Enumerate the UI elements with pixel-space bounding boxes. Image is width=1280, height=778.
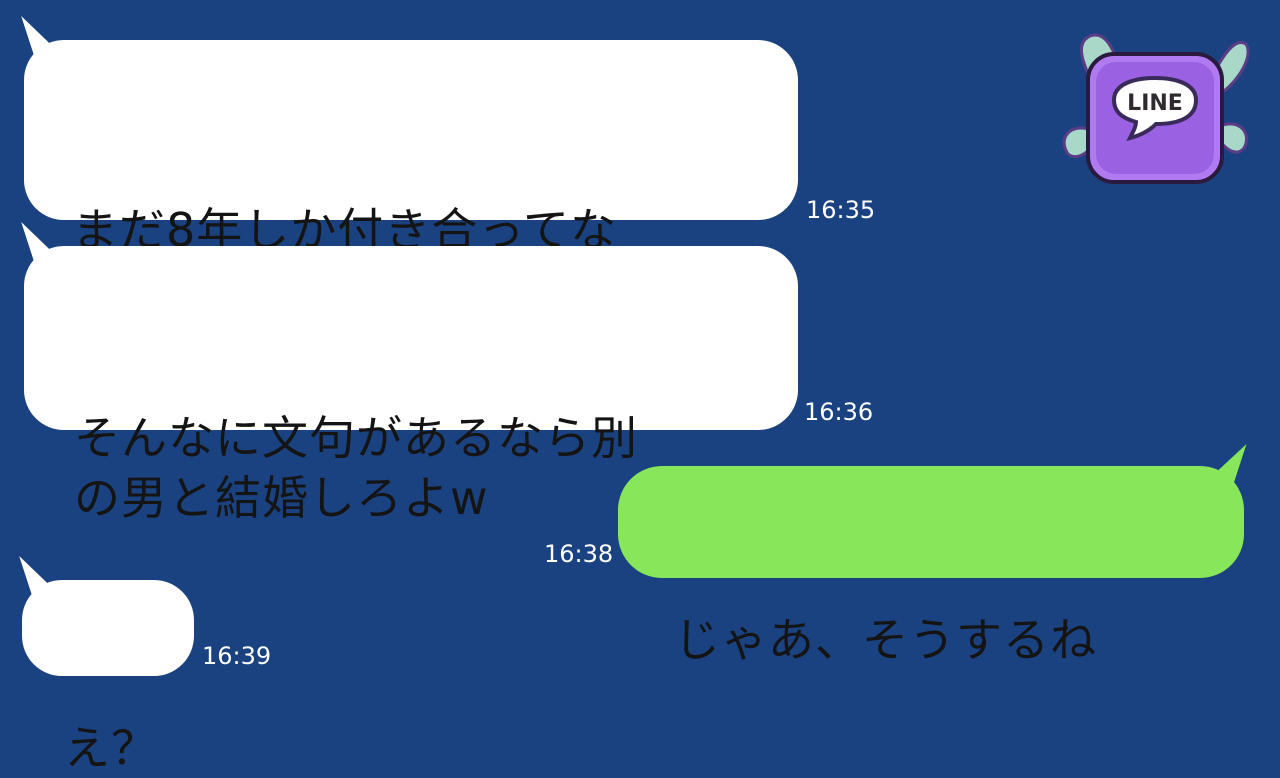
bubble-tail <box>1203 444 1247 484</box>
message-bubble-incoming[interactable]: え？ <box>19 556 194 775</box>
message-bubble-incoming[interactable]: そんなに文句があるなら別 の男と結婚しろよw <box>21 222 798 525</box>
message-timestamp: 16:38 <box>544 540 614 568</box>
line-logo-butterfly-icon: LINE <box>1062 33 1250 184</box>
avatar[interactable]: LINE <box>1058 30 1252 208</box>
message-timestamp: 16:36 <box>804 398 874 426</box>
message-text: そんなに文句があるなら別 の男と結婚しろよw <box>74 411 638 525</box>
message-text: じゃあ、そうするね <box>674 613 1097 667</box>
message-bubble-incoming[interactable]: まだ8年しか付き合ってな いのに結婚にガッツキすぎ <box>21 16 798 317</box>
message-timestamp: 16:35 <box>806 196 876 224</box>
message-bubble-outgoing[interactable]: じゃあ、そうするね <box>618 444 1247 667</box>
bubble-tail <box>21 16 65 58</box>
message-timestamp: 16:39 <box>202 642 272 670</box>
bubble-tail <box>19 556 63 598</box>
message-text: え？ <box>64 721 158 775</box>
logo-text: LINE <box>1127 91 1183 116</box>
bubble-tail <box>21 222 65 264</box>
